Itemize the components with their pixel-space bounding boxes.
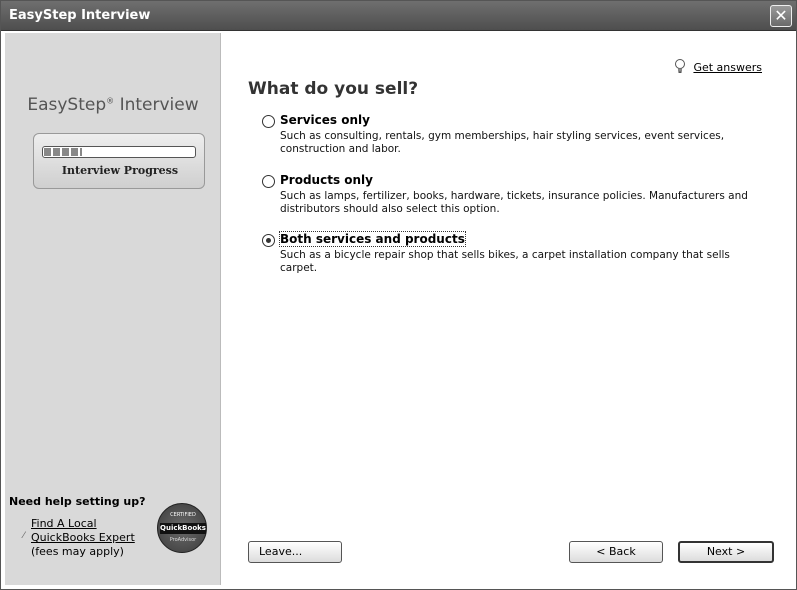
main-panel: Get answers What do you sell? Services o…	[222, 33, 794, 585]
interview-progress-panel: Interview Progress	[33, 133, 205, 189]
lightbulb-icon	[675, 59, 685, 73]
progress-bar	[42, 146, 196, 158]
radio-both-services-and-products[interactable]	[262, 234, 275, 247]
close-button[interactable]: ✕	[770, 5, 792, 27]
help-heading: Need help setting up?	[9, 495, 146, 508]
sidebar: EasyStep® Interview Interview Progress N…	[5, 33, 221, 585]
title-bar: EasyStep Interview ✕	[1, 1, 796, 31]
option-title: Services only	[280, 113, 370, 127]
easystep-window: EasyStep Interview ✕ EasyStep® Interview…	[0, 0, 797, 590]
option-description: Such as a bicycle repair shop that sells…	[280, 249, 730, 274]
option-title: Both services and products	[279, 231, 466, 247]
find-expert-link-line1[interactable]: Find A Local	[31, 517, 97, 530]
leave-button[interactable]: Leave...	[248, 541, 342, 563]
easystep-logo: EasyStep® Interview	[27, 95, 199, 115]
link-arrow-icon: ⁄	[23, 531, 25, 541]
option-description: Such as lamps, fertilizer, books, hardwa…	[280, 190, 748, 215]
radio-products-only[interactable]	[262, 175, 275, 188]
option-description: Such as consulting, rentals, gym members…	[280, 130, 725, 155]
back-button[interactable]: < Back	[569, 541, 663, 563]
proadvisor-badge-icon: CERTIFIED QuickBooks ProAdvisor	[157, 503, 207, 553]
next-button[interactable]: Next >	[678, 541, 774, 563]
close-icon: ✕	[774, 6, 788, 25]
fees-note: (fees may apply)	[31, 545, 124, 558]
progress-label: Interview Progress	[61, 164, 179, 177]
option-title: Products only	[280, 173, 373, 187]
get-answers-link[interactable]: Get answers	[693, 61, 762, 74]
find-expert-link-line2[interactable]: QuickBooks Expert	[31, 531, 135, 544]
page-title: What do you sell?	[248, 79, 419, 99]
window-title: EasyStep Interview	[9, 8, 151, 23]
progress-bar-fill	[44, 148, 82, 156]
radio-services-only[interactable]	[262, 115, 275, 128]
